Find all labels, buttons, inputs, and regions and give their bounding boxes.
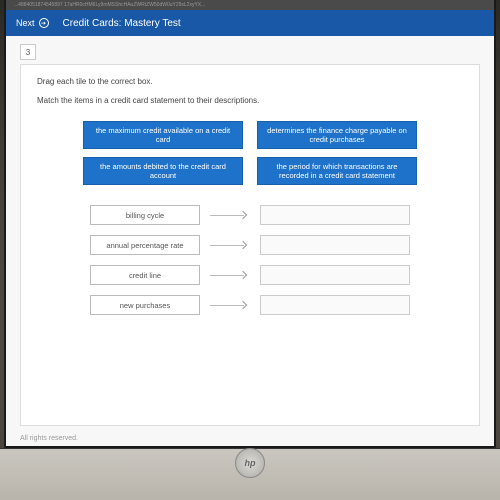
tile-finance-charge[interactable]: determines the finance charge payable on… bbox=[257, 121, 417, 149]
next-button[interactable]: Next ➔ bbox=[16, 18, 49, 28]
laptop-logo: hp bbox=[235, 448, 265, 478]
content-area: 3 Drag each tile to the correct box. Mat… bbox=[6, 36, 494, 446]
label-apr: annual percentage rate bbox=[90, 235, 200, 255]
label-new-purchases: new purchases bbox=[90, 295, 200, 315]
tile-max-credit[interactable]: the maximum credit available on a credit… bbox=[83, 121, 243, 149]
draggable-tiles-area: the maximum credit available on a credit… bbox=[37, 121, 463, 185]
question-number-tab[interactable]: 3 bbox=[20, 44, 36, 60]
drop-slot-new-purchases[interactable] bbox=[260, 295, 410, 315]
question-panel: Drag each tile to the correct box. Match… bbox=[20, 64, 480, 426]
label-credit-line: credit line bbox=[90, 265, 200, 285]
drop-slot-credit-line[interactable] bbox=[260, 265, 410, 285]
match-row: new purchases bbox=[90, 295, 410, 315]
next-label: Next bbox=[16, 18, 35, 28]
tile-period-transactions[interactable]: the period for which transactions are re… bbox=[257, 157, 417, 185]
instruction-secondary: Match the items in a credit card stateme… bbox=[37, 96, 463, 105]
page-title: Credit Cards: Mastery Test bbox=[63, 18, 181, 29]
match-row: billing cycle bbox=[90, 205, 410, 225]
label-billing-cycle: billing cycle bbox=[90, 205, 200, 225]
app-header: Next ➔ Credit Cards: Mastery Test bbox=[6, 10, 494, 36]
match-rows: billing cycle annual percentage rate cre… bbox=[37, 205, 463, 315]
browser-url-bar: ...4884051874545897 17aHR0cHM6Ly9mMSShcH… bbox=[6, 0, 494, 10]
tile-amounts-debited[interactable]: the amounts debited to the credit card a… bbox=[83, 157, 243, 185]
app-window: ...4884051874545897 17aHR0cHM6Ly9mMSShcH… bbox=[4, 0, 496, 448]
copyright-footer: All rights reserved. bbox=[20, 435, 78, 442]
match-row: annual percentage rate bbox=[90, 235, 410, 255]
drop-slot-billing-cycle[interactable] bbox=[260, 205, 410, 225]
instruction-primary: Drag each tile to the correct box. bbox=[37, 77, 463, 86]
next-arrow-icon: ➔ bbox=[39, 18, 49, 28]
match-row: credit line bbox=[90, 265, 410, 285]
drop-slot-apr[interactable] bbox=[260, 235, 410, 255]
